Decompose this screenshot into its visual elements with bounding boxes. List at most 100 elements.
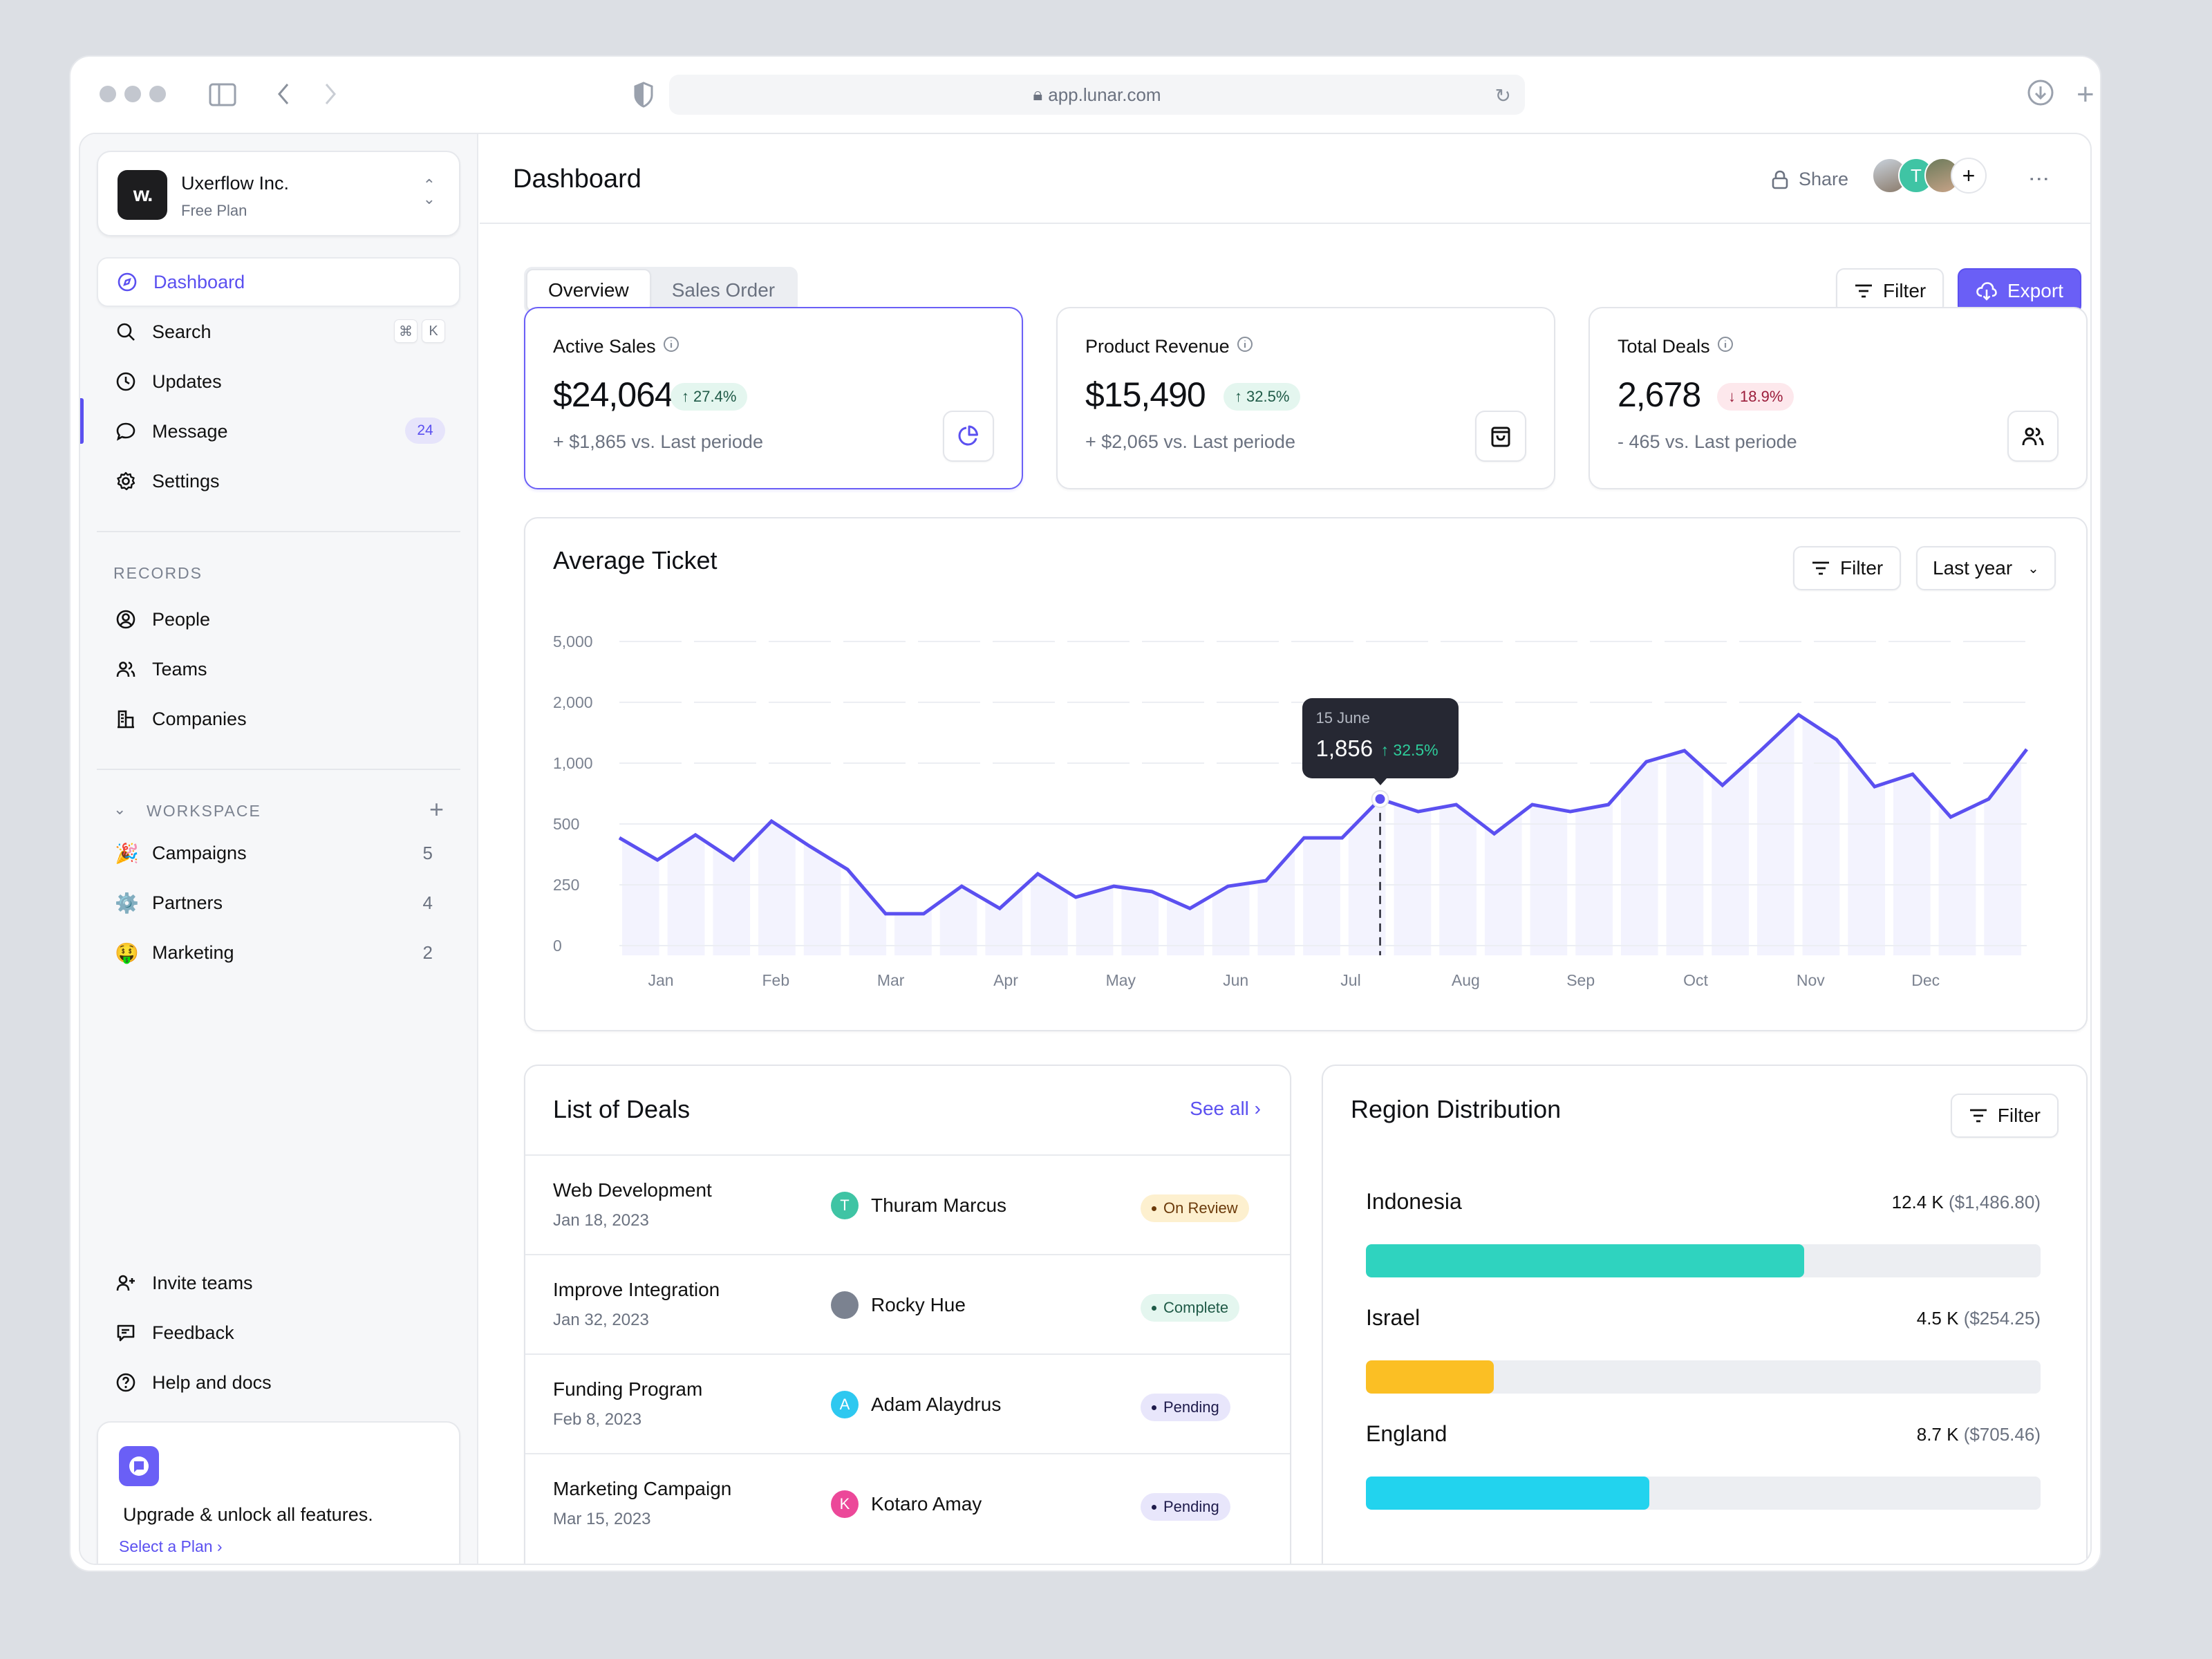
share-button[interactable]: Share — [1771, 169, 1848, 190]
sidebar-item-people[interactable]: People — [97, 594, 460, 644]
progress-track — [1366, 1244, 2041, 1277]
see-all-link[interactable]: See all › — [1190, 1098, 1261, 1120]
chart-tooltip: 15 June 1,856 ↑ 32.5% — [1302, 697, 1459, 785]
add-workspace-icon[interactable]: + — [429, 795, 444, 824]
add-collaborator-button[interactable]: + — [1951, 158, 1987, 194]
status-badge: Complete — [1141, 1294, 1240, 1322]
sidebar-item-label: Campaigns — [152, 842, 247, 863]
building-icon — [115, 708, 137, 730]
sidebar-item-label: Companies — [152, 708, 247, 729]
avatar — [831, 1291, 859, 1319]
deal-owner: T Thuram Marcus — [831, 1192, 1006, 1219]
app-frame: w. Uxerflow Inc. Free Plan ⌃ ⌄ Dashboard … — [79, 133, 2092, 1565]
pie-chart-icon[interactable] — [943, 411, 994, 462]
item-count: 2 — [422, 941, 433, 963]
status-label: On Review — [1163, 1199, 1238, 1217]
change-badge: ↓ 18.9% — [1717, 383, 1794, 411]
y-tick-label: 250 — [553, 876, 579, 894]
chevron-down-icon[interactable]: ⌄ — [113, 800, 126, 818]
progress-fill — [1366, 1244, 1805, 1277]
reload-icon[interactable]: ↻ — [1495, 84, 1511, 107]
y-tick-label: 1,000 — [553, 754, 593, 772]
info-icon[interactable] — [1717, 336, 1734, 357]
deal-date: Mar 15, 2023 — [553, 1510, 651, 1528]
org-logo: w. — [118, 170, 167, 220]
see-all-label: See all — [1190, 1098, 1249, 1119]
deal-row[interactable]: Marketing Campaign Mar 15, 2023 K Kotaro… — [525, 1453, 1290, 1553]
tooltip-value: 1,856 — [1315, 735, 1374, 761]
maximize-dot[interactable] — [149, 86, 166, 102]
org-switcher[interactable]: w. Uxerflow Inc. Free Plan ⌃ ⌄ — [97, 151, 460, 236]
sidebar-item-feedback[interactable]: Feedback — [97, 1308, 460, 1358]
address-bar[interactable]: 🔒︎ app.lunar.com ↻ — [669, 75, 1525, 115]
org-name: Uxerflow Inc. — [181, 173, 290, 194]
deal-row[interactable]: Improve Integration Jan 32, 2023 Rocky H… — [525, 1254, 1290, 1353]
highlight-point — [1375, 794, 1385, 804]
export-label: Export — [2007, 280, 2063, 301]
x-tick-label: Jul — [1340, 971, 1360, 989]
sidebar-item-search[interactable]: Search ⌘ K — [97, 307, 460, 357]
window-controls[interactable] — [100, 86, 166, 102]
users-icon[interactable] — [2007, 411, 2059, 462]
sidebar-item-label: Marketing — [152, 941, 234, 963]
x-tick-label: Jan — [648, 971, 673, 989]
workspace-label: WORKSPACE — [147, 802, 261, 820]
user-plus-icon — [115, 1272, 137, 1294]
region-name: Indonesia — [1366, 1189, 1462, 1214]
filter-label: Filter — [1997, 1105, 2041, 1126]
info-icon[interactable] — [663, 336, 679, 357]
kpi-label-text: Active Sales — [553, 336, 656, 357]
new-tab-icon[interactable]: + — [2077, 77, 2094, 112]
sidebar-item-teams[interactable]: Teams — [97, 644, 460, 694]
deal-date: Feb 8, 2023 — [553, 1410, 642, 1429]
deal-row[interactable]: Funding Program Feb 8, 2023 A Adam Alayd… — [525, 1353, 1290, 1453]
region-item: England 8.7 K ($705.46) — [1366, 1421, 2041, 1511]
tab-sales-order[interactable]: Sales Order — [651, 269, 796, 312]
deal-name: Web Development — [553, 1179, 712, 1201]
tab-overview[interactable]: Overview — [526, 269, 651, 312]
close-dot[interactable] — [100, 86, 116, 102]
region-filter-button[interactable]: Filter — [1950, 1094, 2059, 1138]
message-icon — [115, 420, 137, 442]
forward-icon[interactable] — [322, 82, 339, 110]
sidebar-item-updates[interactable]: Updates — [97, 357, 460, 406]
region-count: 8.7 K — [1916, 1424, 1959, 1445]
sidebar-item-message[interactable]: Message 24 — [97, 406, 460, 456]
kpi-card-total-deals[interactable]: Total Deals 2,678 ↓ 18.9% - 465 vs. Last … — [1588, 307, 2088, 489]
active-indicator — [80, 398, 84, 444]
collaborator-avatars[interactable]: T + — [1872, 158, 1987, 194]
x-tick-label: Dec — [1911, 971, 1940, 989]
owner-name: Rocky Hue — [871, 1294, 966, 1315]
sidebar-item-dashboard[interactable]: Dashboard — [97, 257, 460, 307]
lock-icon: 🔒︎ — [1033, 84, 1043, 104]
y-tick-label: 500 — [553, 815, 579, 833]
cmd-key: ⌘ — [394, 319, 418, 343]
select-plan-label: Select a Plan — [119, 1537, 213, 1555]
y-tick-label: 2,000 — [553, 693, 593, 711]
sidebar-item-label: Updates — [152, 371, 222, 392]
sidebar-item-campaigns[interactable]: 🎉 Campaigns 5 — [97, 828, 460, 878]
kpi-card-active-sales[interactable]: Active Sales $24,064 ↑ 27.4% + $1,865 vs.… — [524, 307, 1023, 489]
download-icon[interactable] — [2027, 79, 2054, 110]
money-face-icon: 🤑 — [115, 941, 139, 964]
sidebar-item-settings[interactable]: Settings — [97, 456, 460, 506]
sidebar-item-help[interactable]: Help and docs — [97, 1358, 460, 1407]
shopping-bag-icon[interactable] — [1475, 411, 1526, 462]
deal-owner: K Kotaro Amay — [831, 1490, 982, 1518]
sidebar-item-invite-teams[interactable]: Invite teams — [97, 1258, 460, 1308]
item-count: 4 — [422, 892, 433, 913]
more-options-icon[interactable]: ⋮ — [2027, 169, 2050, 189]
info-icon[interactable] — [1237, 336, 1253, 357]
minimize-dot[interactable] — [124, 86, 141, 102]
shield-icon[interactable] — [633, 82, 654, 111]
sidebar-item-companies[interactable]: Companies — [97, 694, 460, 744]
sidebar-item-partners[interactable]: ⚙️ Partners 4 — [97, 878, 460, 928]
kpi-card-product-revenue[interactable]: Product Revenue $15,490 ↑ 32.5% + $2,065 … — [1056, 307, 1555, 489]
deals-card: List of Deals See all › Web Development … — [524, 1065, 1291, 1564]
sidebar-item-marketing[interactable]: 🤑 Marketing 2 — [97, 928, 460, 977]
select-plan-link[interactable]: Select a Plan › — [119, 1537, 223, 1556]
progress-fill — [1366, 1477, 1649, 1510]
back-icon[interactable] — [275, 82, 292, 110]
sidebar-toggle-icon[interactable] — [209, 83, 236, 110]
deal-row[interactable]: Web Development Jan 18, 2023 T Thuram Ma… — [525, 1154, 1290, 1254]
